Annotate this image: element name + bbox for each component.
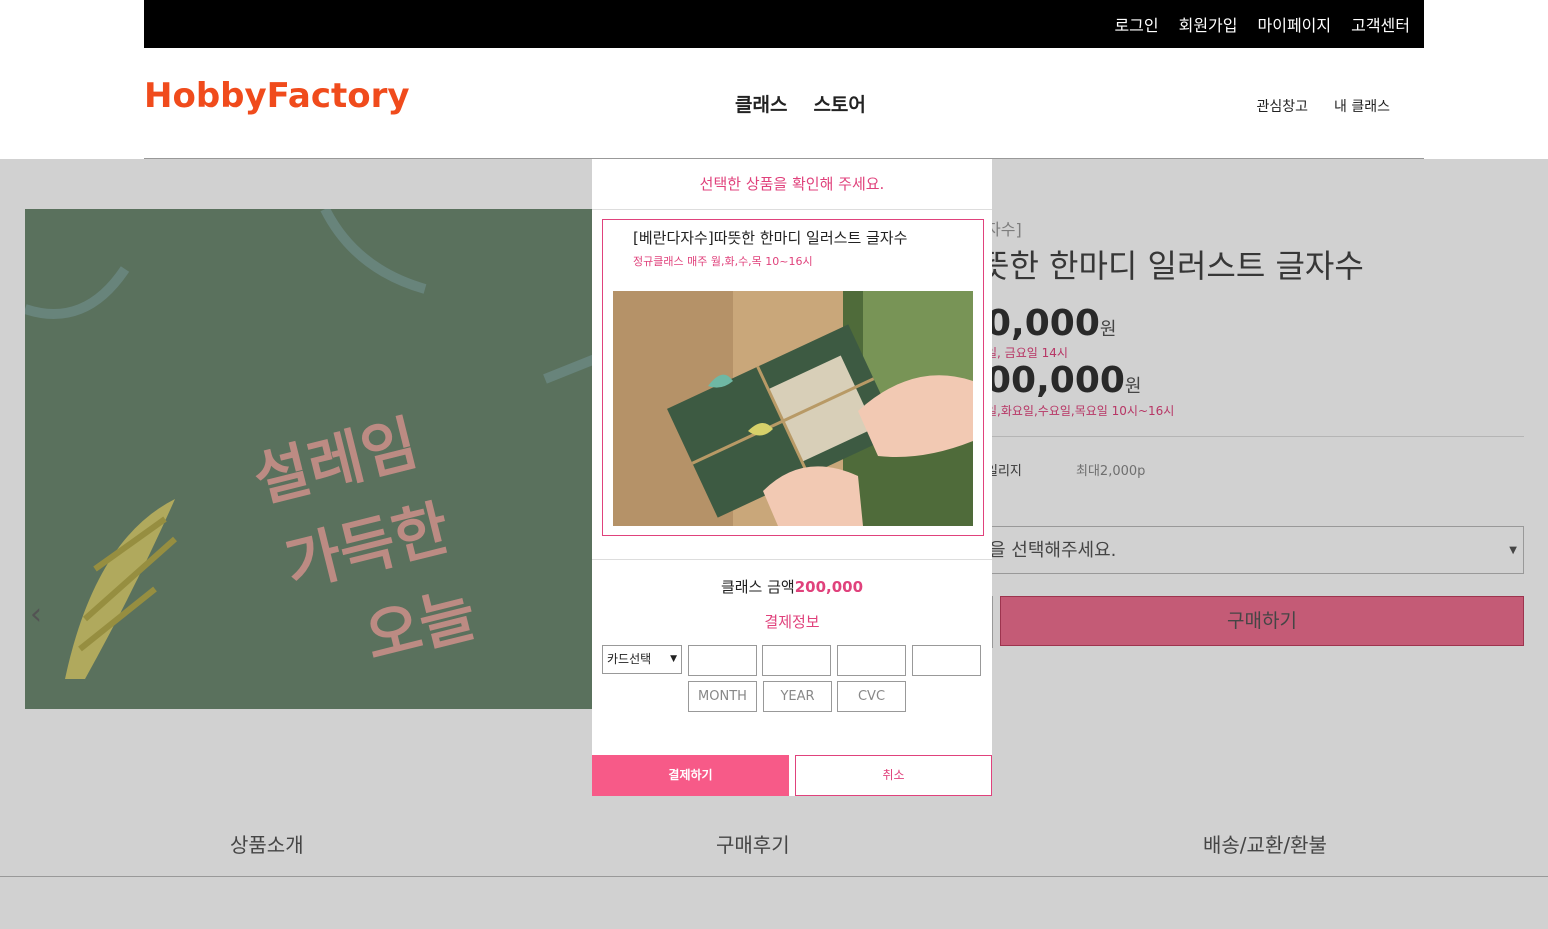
card-number-3[interactable] [837,645,906,676]
selected-item-card: [베란다자수]따뜻한 한마디 일러스트 글자수 정규클래스 매주 월,화,수,목… [602,219,984,536]
dropdown-arrow-icon: ▼ [670,654,677,664]
account-links: 로그인 회원가입 마이페이지 고객센터 [1114,0,1410,48]
login-link[interactable]: 로그인 [1114,12,1158,36]
item-schedule: 정규클래스 매주 월,화,수,목 10~16시 [633,255,813,268]
site-header: HobbyFactory 클래스 스토어 관심창고 내 클래스 [144,48,1424,159]
card-select[interactable]: 카드선택 ▼ [602,645,682,674]
customer-center-link[interactable]: 고객센터 [1351,12,1410,36]
nav-store[interactable]: 스토어 [813,90,865,117]
modal-divider [592,559,992,560]
year-input[interactable]: YEAR [763,681,832,712]
nav-class[interactable]: 클래스 [735,90,787,117]
top-bar: 로그인 회원가입 마이페이지 고객센터 [144,0,1424,48]
mypage-link[interactable]: 마이페이지 [1258,12,1332,36]
month-input[interactable]: MONTH [688,681,757,712]
cancel-button[interactable]: 취소 [795,755,992,796]
nav-my-class[interactable]: 내 클래스 [1334,96,1390,116]
payment-info-label: 결제정보 [764,613,820,631]
signup-link[interactable]: 회원가입 [1179,12,1238,36]
class-amount: 클래스 금액200,000 [720,578,864,596]
main-nav: 클래스 스토어 [735,90,866,117]
cvc-input[interactable]: CVC [837,681,906,712]
card-number-1[interactable] [688,645,757,676]
pay-button[interactable]: 결제하기 [592,755,789,796]
item-image [613,291,973,526]
sub-nav: 관심창고 내 클래스 [1256,96,1390,116]
nav-wishlist[interactable]: 관심창고 [1256,96,1308,116]
item-title: [베란다자수]따뜻한 한마디 일러스트 글자수 [633,229,908,247]
card-number-4[interactable] [912,645,981,676]
site-logo[interactable]: HobbyFactory [144,76,410,116]
card-number-2[interactable] [762,645,831,676]
modal-header: 선택한 상품을 확인해 주세요. [592,159,992,210]
payment-modal: 선택한 상품을 확인해 주세요. [베란다자수]따뜻한 한마디 일러스트 글자수… [592,159,992,796]
